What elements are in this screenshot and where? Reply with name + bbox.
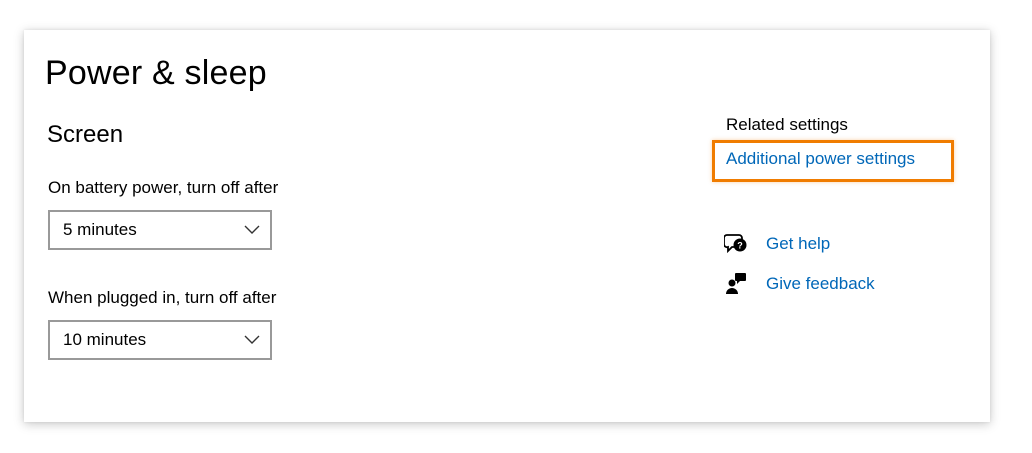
- get-help-label: Get help: [766, 234, 831, 253]
- battery-turn-off-dropdown[interactable]: 5 minutes: [48, 210, 272, 250]
- related-settings-heading: Related settings: [726, 115, 848, 134]
- plugged-in-turn-off-dropdown[interactable]: 10 minutes: [48, 320, 272, 360]
- battery-turn-off-value: 5 minutes: [63, 220, 137, 239]
- battery-turn-off-label: On battery power, turn off after: [48, 178, 279, 197]
- svg-text:?: ?: [737, 241, 743, 251]
- feedback-person-icon: [726, 273, 746, 294]
- page-title: Power & sleep: [45, 54, 267, 92]
- chevron-down-icon: [244, 225, 260, 234]
- additional-power-settings-link[interactable]: Additional power settings: [726, 149, 915, 169]
- chevron-down-icon: [244, 335, 260, 344]
- plugged-in-turn-off-value: 10 minutes: [63, 330, 147, 349]
- screen-section-title: Screen: [47, 121, 124, 148]
- give-feedback-label: Give feedback: [766, 274, 875, 293]
- plugged-in-turn-off-label: When plugged in, turn off after: [48, 288, 277, 307]
- chat-help-icon: ?: [724, 234, 747, 254]
- power-sleep-panel: Power & sleep Screen On battery power, t…: [24, 30, 990, 422]
